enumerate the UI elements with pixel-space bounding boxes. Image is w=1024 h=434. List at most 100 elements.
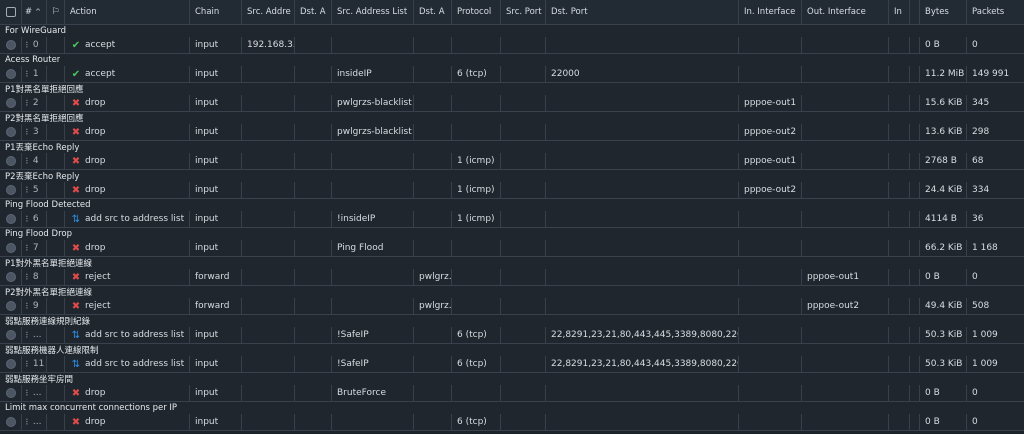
column-header-src-address[interactable]: Src. Addre: [242, 0, 295, 24]
rule-dst-port: [546, 269, 739, 285]
checkbox-icon[interactable]: [5, 359, 16, 369]
table-row[interactable]: ⠇ 1 ✔ accept input insideIP 6 (tcp) 22000 11.2 M…: [0, 66, 1024, 83]
checkbox-icon[interactable]: [5, 330, 16, 340]
rule-in-interface: [739, 414, 802, 430]
rule-empty: [889, 385, 910, 401]
row-checkbox[interactable]: [0, 269, 22, 285]
checkbox-icon[interactable]: [5, 214, 16, 224]
rule-empty: [910, 182, 920, 198]
rule-comment-row[interactable]: P2對外黑名單拒絕連線: [0, 286, 1024, 298]
column-header-action[interactable]: Action: [65, 0, 190, 24]
checkbox-icon[interactable]: [5, 69, 16, 79]
table-row[interactable]: ⠇ 5 ✖ drop input 1 (icmp) pppoe-out2 24.4 KiB 33…: [0, 182, 1024, 199]
rule-empty: [889, 269, 910, 285]
table-row[interactable]: ⠇ 7 ✖ drop input Ping Flood 66.2 KiB 1 168: [0, 240, 1024, 257]
drag-handle-icon[interactable]: ⠇: [25, 273, 31, 282]
row-checkbox[interactable]: [0, 37, 22, 53]
table-row[interactable]: ⠇ 6 ⇅ add src to address list input !insideIP…: [0, 211, 1024, 228]
column-header-in-interface[interactable]: In. Interface: [739, 0, 802, 24]
rule-comment-row[interactable]: P1對黑名單拒絕回應: [0, 83, 1024, 95]
row-checkbox[interactable]: [0, 327, 22, 343]
column-header-packets[interactable]: Packets: [967, 0, 1024, 24]
rule-comment-row[interactable]: Acess Router: [0, 54, 1024, 66]
drag-handle-icon[interactable]: ⠇: [25, 99, 31, 108]
table-row[interactable]: ⠇ 4 ✖ drop input 1 (icmp) pppoe-out1 2768 B 68: [0, 153, 1024, 170]
row-checkbox[interactable]: [0, 298, 22, 314]
column-header-src-port[interactable]: Src. Port: [501, 0, 546, 24]
rule-comment-row[interactable]: Limit max concurrent connections per IP: [0, 402, 1024, 414]
row-checkbox[interactable]: [0, 153, 22, 169]
rule-comment-row[interactable]: 弱點服務坐牢房間: [0, 373, 1024, 385]
drag-handle-icon[interactable]: ⠇: [25, 418, 31, 427]
rule-comment-row[interactable]: Ping Flood Drop: [0, 228, 1024, 240]
rule-comment-row[interactable]: 弱點服務連線規則紀錄: [0, 315, 1024, 327]
table-row[interactable]: ⠇9 ✖ reject forward pwlgrz... pppoe-out2 49.4 …: [0, 298, 1024, 315]
column-header-src-address-list[interactable]: Src. Address List: [332, 0, 414, 24]
column-header-protocol[interactable]: Protocol: [452, 0, 501, 24]
checkbox-icon[interactable]: [5, 156, 16, 166]
drag-handle-icon[interactable]: ⠇: [25, 41, 31, 50]
checkbox-icon[interactable]: [5, 417, 16, 427]
drag-handle-icon[interactable]: ⠇: [25, 302, 31, 311]
drag-handle-icon[interactable]: ⠇: [25, 70, 31, 79]
rule-protocol: 6 (tcp): [452, 356, 501, 372]
column-header-blank[interactable]: [910, 0, 920, 24]
table-row[interactable]: ⠇... ✖ drop input 6 (tcp) 0 B 0: [0, 414, 1024, 431]
rule-dst-port: 22000: [546, 66, 739, 82]
drag-handle-icon[interactable]: ⠇: [25, 360, 31, 369]
column-header-in[interactable]: In: [889, 0, 910, 24]
row-checkbox[interactable]: [0, 124, 22, 140]
checkbox-icon[interactable]: [5, 40, 16, 50]
table-row[interactable]: ⠇... ⇅ add src to address list input !SafeIP…: [0, 327, 1024, 344]
checkbox-icon[interactable]: [5, 127, 16, 137]
table-row[interactable]: ⠇... ✖ drop input BruteForce 0 B 0: [0, 385, 1024, 402]
drag-handle-icon[interactable]: ⠇: [25, 128, 31, 137]
column-header-dst-address-list[interactable]: Dst. A: [414, 0, 452, 24]
rule-comment: Ping Flood Detected: [5, 200, 91, 210]
drag-handle-icon[interactable]: ⠇: [25, 244, 31, 253]
rule-comment-row[interactable]: P2對黑名單拒絕回應: [0, 112, 1024, 124]
row-checkbox[interactable]: [0, 182, 22, 198]
checkbox-icon[interactable]: [5, 301, 16, 311]
row-checkbox[interactable]: [0, 414, 22, 430]
table-row[interactable]: ⠇ 11 ⇅ add src to address list input !SafeIP 6…: [0, 356, 1024, 373]
checkbox-icon[interactable]: [5, 243, 16, 253]
table-row[interactable]: ⠇0✔acceptinput192.168.3.20 B0: [0, 37, 1024, 54]
drag-handle-icon[interactable]: ⠇: [25, 389, 31, 398]
table-row[interactable]: ⠇ 2 ✖ drop input pwlgrzs-blacklist pppoe-out1 1…: [0, 95, 1024, 112]
drag-handle-icon[interactable]: ⠇: [25, 186, 31, 195]
row-checkbox[interactable]: [0, 211, 22, 227]
rule-comment-row[interactable]: 弱點服務機器人連線限制: [0, 344, 1024, 356]
rule-empty: [910, 298, 920, 314]
rule-comment-row[interactable]: Ping Flood Detected: [0, 199, 1024, 211]
checkbox-icon[interactable]: [5, 7, 16, 17]
column-header-chain[interactable]: Chain: [190, 0, 242, 24]
column-header-bytes[interactable]: Bytes: [920, 0, 967, 24]
row-checkbox[interactable]: [0, 95, 22, 111]
row-checkbox[interactable]: [0, 240, 22, 256]
row-checkbox[interactable]: [0, 356, 22, 372]
table-row[interactable]: ⠇ 3 ✖ drop input pwlgrzs-blacklist pppoe-out2 1…: [0, 124, 1024, 141]
checkbox-icon[interactable]: [5, 185, 16, 195]
column-header-dst-port[interactable]: Dst. Port: [546, 0, 739, 24]
row-checkbox[interactable]: [0, 66, 22, 82]
rule-comment-row[interactable]: P1丟棄Echo Reply: [0, 141, 1024, 153]
table-row[interactable]: ⠇8 ✖ reject forward pwlgrz... pppoe-out1 0 B 0: [0, 269, 1024, 286]
column-header-flag[interactable]: ⚐: [47, 0, 65, 24]
column-header-num[interactable]: # ^: [22, 0, 47, 24]
rule-src-address-list: [332, 269, 414, 285]
column-header-out-interface[interactable]: Out. Interface: [802, 0, 889, 24]
rule-comment-row[interactable]: P2丟棄Echo Reply: [0, 170, 1024, 182]
select-all-checkbox[interactable]: [0, 0, 22, 24]
row-checkbox[interactable]: [0, 385, 22, 401]
checkbox-icon[interactable]: [5, 272, 16, 282]
column-header-dst-address[interactable]: Dst. A: [295, 0, 332, 24]
rule-src-port: [501, 37, 546, 53]
drag-handle-icon[interactable]: ⠇: [25, 215, 31, 224]
checkbox-icon[interactable]: [5, 98, 16, 108]
rule-comment-row[interactable]: For WireGuard: [0, 25, 1024, 37]
drag-handle-icon[interactable]: ⠇: [25, 157, 31, 166]
checkbox-icon[interactable]: [5, 388, 16, 398]
drag-handle-icon[interactable]: ⠇: [25, 331, 31, 340]
rule-comment-row[interactable]: P1對外黑名單拒絕連線: [0, 257, 1024, 269]
